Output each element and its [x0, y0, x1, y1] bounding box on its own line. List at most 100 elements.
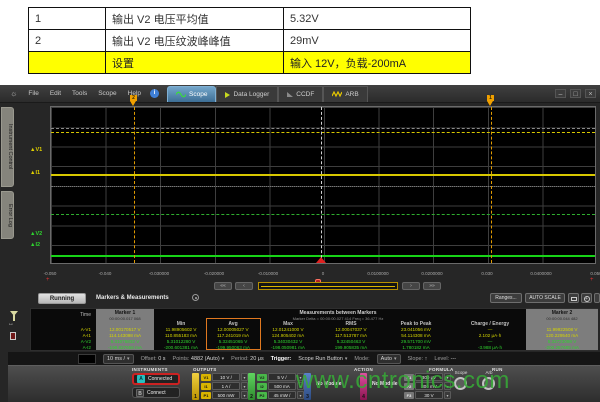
p1-range-dropdown[interactable]	[241, 391, 248, 399]
waveform-plot[interactable]	[50, 106, 596, 264]
info-icon[interactable]	[150, 89, 159, 98]
ranges-button[interactable]: Ranges...	[490, 293, 522, 303]
markers-arrows-icon[interactable]	[8, 321, 14, 327]
menu-scope[interactable]: Scope	[98, 90, 116, 97]
mode-dropdown[interactable]: Auto	[377, 354, 401, 364]
scroll-next-button[interactable]: ›	[402, 282, 420, 290]
i2-tag: I2	[257, 383, 267, 390]
module2-stripe: 2	[248, 373, 255, 400]
row-label: 输出 V2 电压平均值	[106, 8, 284, 30]
channel-label-i1[interactable]: ▲I1	[30, 170, 40, 176]
arb-wave-icon	[332, 91, 342, 98]
table-row: 1 输出 V2 电压平均值 5.32V	[29, 8, 471, 30]
instrument-a-button[interactable]: A Connected	[132, 373, 180, 385]
col-header-max: Max	[262, 321, 314, 327]
p2-tag: P2	[257, 392, 267, 399]
titlebar: File Edit Tools Scope Help Scope Data Lo…	[0, 85, 600, 103]
p1-range-value[interactable]: 500 mW	[212, 391, 240, 399]
close-button[interactable]: ×	[585, 89, 596, 98]
scope-app-window: File Edit Tools Scope Help Scope Data Lo…	[0, 85, 600, 402]
channel-label-i2[interactable]: ▲I2	[30, 242, 40, 248]
tab-ccdf[interactable]: CCDF	[278, 86, 323, 102]
col-header-rms: RMS	[325, 321, 377, 327]
row-number: 2	[29, 30, 106, 52]
trigger-marker-2-icon[interactable]: 2	[129, 95, 138, 106]
marker-line-2[interactable]	[134, 107, 135, 263]
marker-line-1[interactable]	[491, 107, 492, 263]
level-value: ---	[451, 356, 457, 362]
v1-range-dropdown[interactable]	[241, 373, 248, 381]
gear-icon[interactable]	[10, 89, 17, 98]
sidebar-tab-instrument-control[interactable]: Instrument Control	[1, 107, 14, 187]
instrument-b-button[interactable]: B Connect	[132, 387, 180, 398]
play-icon	[225, 92, 230, 98]
sidebar-tab-error-log[interactable]: Error Log	[1, 191, 14, 239]
menu-tools[interactable]: Tools	[72, 90, 87, 97]
scroll-track[interactable]	[258, 282, 398, 290]
axis-plus-icon	[46, 277, 50, 283]
i1-range-dropdown[interactable]	[241, 382, 248, 390]
zoom-in-icon[interactable]: +	[581, 293, 592, 303]
slope-icon[interactable]: ↑	[425, 356, 428, 362]
window-controls: – □ ×	[555, 89, 596, 98]
period-value: 20 μs	[250, 356, 264, 362]
x-tick: -0.020000	[196, 271, 232, 276]
x-tick: 0.0100000	[360, 271, 396, 276]
channel-label-v2[interactable]: ▲V2	[30, 231, 42, 237]
v2-range-value[interactable]: 5 V /	[268, 373, 296, 381]
marker1-time: 00:00:00.017 068	[96, 316, 154, 321]
mode-label: Mode:	[354, 356, 369, 362]
i2-range-value[interactable]: 500 mA	[268, 382, 296, 390]
i1-range-value[interactable]: 1 A /	[212, 382, 240, 390]
slope-label: Slope:	[408, 356, 424, 362]
v1-range-value[interactable]: 10 V /	[212, 373, 240, 381]
trigger-source-dropdown[interactable]: Scope Run Button	[298, 356, 347, 362]
row-value: 输入 12V，负载-200mA	[284, 52, 471, 74]
menu-edit[interactable]: Edit	[50, 90, 61, 97]
points-dropdown[interactable]: 4882 (Auto)	[191, 356, 224, 362]
tab-arb[interactable]: ARB	[323, 86, 367, 102]
scroll-first-button[interactable]: ««	[214, 282, 232, 290]
points-label: Points:	[173, 356, 190, 362]
timebase-scale-dropdown[interactable]: 10 ms /	[103, 354, 134, 364]
x-tick: -0.030000	[141, 271, 177, 276]
time-header: Time	[33, 312, 91, 318]
autoscale-button[interactable]: AUTO SCALE	[525, 293, 565, 303]
trace-v2	[51, 214, 595, 215]
trace-envelope	[51, 128, 595, 129]
tab-data-logger[interactable]: Data Logger	[216, 86, 278, 102]
maximize-button[interactable]: □	[570, 89, 581, 98]
display-settings-icon[interactable]	[568, 293, 579, 303]
v2-tag: V2	[257, 374, 267, 381]
meas-row-i2: A-I2 -198.837658 mA -200.601381 mA -199.…	[31, 345, 599, 351]
filter-icon[interactable]	[10, 311, 18, 316]
minimize-button[interactable]: –	[555, 89, 566, 98]
trace-v1	[51, 132, 595, 133]
app-tabs: Scope Data Logger CCDF ARB	[167, 86, 368, 102]
row-label: 设置	[106, 52, 284, 74]
table-row-highlighted: 设置 输入 12V，负载-200mA	[29, 52, 471, 74]
tab-scope[interactable]: Scope	[167, 86, 216, 102]
scroll-last-button[interactable]: »»	[423, 282, 441, 290]
x-tick: -0.010000	[250, 271, 286, 276]
trigger-label: Trigger:	[271, 356, 291, 362]
trigger-marker-1-icon[interactable]: 1	[486, 95, 495, 106]
instrument-a-badge: A	[137, 375, 145, 383]
scroll-prev-button[interactable]: ‹	[235, 282, 253, 290]
period-label: Period:	[231, 356, 248, 362]
x-tick: 0.050	[578, 271, 600, 276]
menu-file[interactable]: File	[28, 90, 38, 97]
trigger-position-icon[interactable]	[316, 257, 326, 263]
channel-label-v1[interactable]: ▲V1	[30, 147, 42, 153]
i1-tag: I1	[201, 383, 211, 390]
running-button[interactable]: Running	[38, 293, 86, 304]
collapse-circle-icon[interactable]	[192, 294, 199, 301]
channel-swatch[interactable]	[78, 354, 96, 364]
spec-table: 1 输出 V2 电压平均值 5.32V 2 输出 V2 电压纹波峰峰值 29mV…	[28, 7, 471, 74]
module-view-icon[interactable]	[10, 332, 16, 340]
row-number	[29, 52, 106, 74]
marker2-time: 00:00:00.044 482	[526, 316, 598, 321]
p2-range-value[interactable]: 45 mW /	[268, 391, 296, 399]
col-header-ptp: Peak to Peak	[388, 321, 444, 327]
zoom-out-icon[interactable]	[594, 293, 600, 303]
